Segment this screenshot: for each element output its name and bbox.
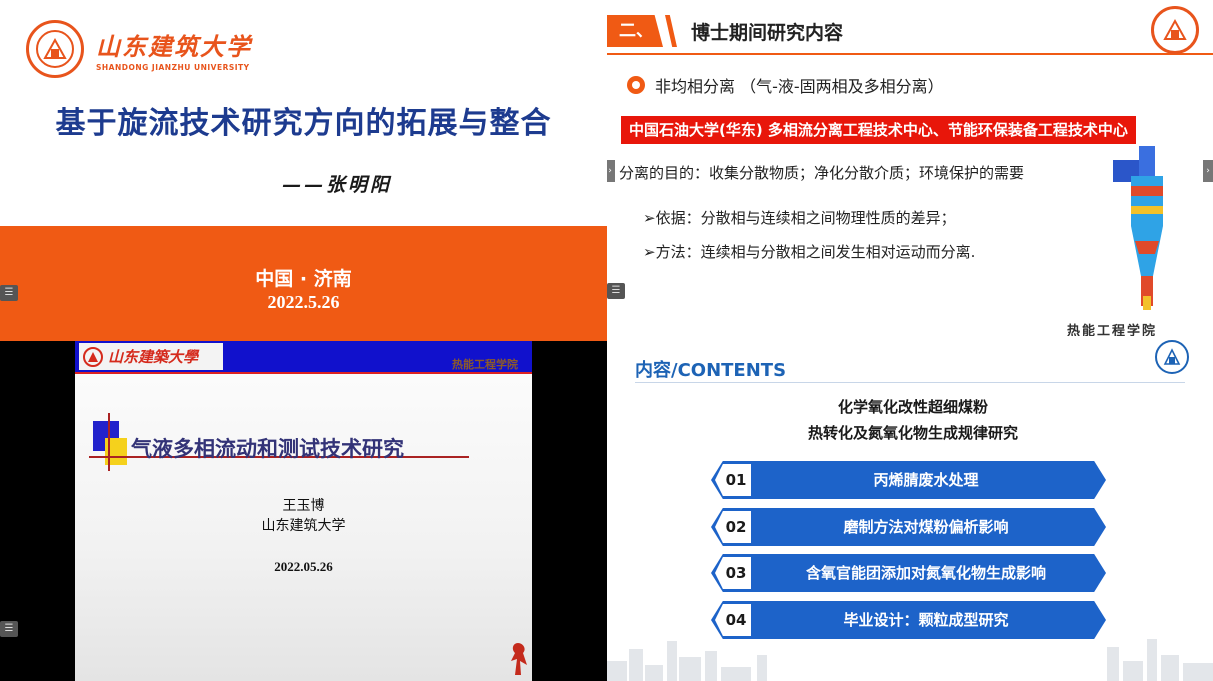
header-divider [75, 372, 532, 374]
item-label: 含氧官能团添加对氮氧化物生成影响 [805, 564, 1046, 582]
presenter-name: 王玉博 [282, 498, 325, 514]
slide-title: 基于旋流技术研究方向的拓展与整合 [55, 106, 552, 141]
video-conference-grid: 山东建筑大学 SHANDONG JIANZHU UNIVERSITY 基于旋流技… [0, 0, 1213, 681]
item-label: 丙烯腈废水处理 [873, 471, 979, 489]
section-title: 博士期间研究内容 [691, 22, 844, 44]
tile-menu-icon[interactable]: ☰ [607, 283, 625, 299]
contents-heading: 内容/CONTENTS [635, 360, 787, 381]
contents-item: 03 含氧官能团添加对氮氧化物生成影响 [711, 554, 1106, 592]
topic-line-2: 热转化及氮氧化物生成规律研究 [807, 424, 1018, 442]
institution-banner: 中国石油大学(华东) 多相流分离工程技术中心、节能环保装备工程技术中心 [621, 116, 1136, 144]
gear-icon [627, 76, 645, 94]
tile-menu-icon[interactable]: ☰ [0, 621, 18, 637]
subtitle-text: 非均相分离 （气-液-固两相及多相分离） [655, 77, 944, 96]
university-seal-icon [83, 346, 103, 367]
mascot-figure-icon [511, 643, 527, 675]
university-logo: 山东建筑大学 SHANDONG JIANZHU UNIVERSITY [26, 20, 252, 78]
shared-slide-tile-2[interactable]: 二、 博士期间研究内容 非均相分离 （气-液-固两相及多相分离） 中国石油大学(… [607, 0, 1213, 336]
department-name: 热能工程学院 [452, 358, 518, 371]
university-seal-icon [26, 20, 84, 78]
contents-item: 02 磨制方法对煤粉偏析影响 [711, 508, 1106, 546]
cyclone-separator-image [1113, 146, 1163, 310]
presenter-university: 山东建筑大学 [261, 518, 346, 534]
basis-bullet: ➢依据：分散相与连续相之间物理性质的差异； [643, 209, 956, 227]
item-label: 磨制方法对煤粉偏析影响 [843, 518, 1009, 536]
slide-date: 2022.5.26 [267, 292, 340, 312]
slide-footer: 热能工程学院 [1067, 324, 1158, 336]
next-slide-arrow-icon[interactable]: › [1203, 160, 1213, 182]
decoration-line [108, 413, 110, 471]
section-slash-decoration [665, 15, 677, 47]
header-divider [635, 382, 1185, 383]
slide-title: 气液多相流动和测试技术研究 [131, 436, 404, 461]
prev-slide-arrow-icon[interactable]: › [607, 160, 615, 182]
logo-chinese-name: 山东建築大學 [108, 348, 199, 366]
university-seal-icon [1155, 340, 1189, 374]
contents-item: 01 丙烯腈废水处理 [711, 461, 1106, 499]
section-number: 二、 [607, 15, 663, 47]
purpose-text: 分离的目的：收集分散物质；净化分散介质；环境保护的需要 [619, 164, 1025, 182]
logo-chinese-name: 山东建筑大学 [96, 31, 252, 61]
slide-date: 2022.05.26 [274, 559, 333, 574]
slide-author: ——张明阳 [282, 174, 393, 196]
tile-menu-icon[interactable]: ☰ [0, 285, 18, 301]
slide-location: 中国 · 济南 [255, 268, 352, 290]
university-logo: 山东建築大學 [79, 343, 223, 370]
city-skyline-decoration [607, 639, 1213, 681]
university-seal-icon [1151, 6, 1199, 54]
method-bullet: ➢方法：连续相与分散相之间发生相对运动而分离. [643, 243, 976, 261]
header-divider [607, 53, 1213, 55]
shared-slide-tile-1[interactable]: 山东建筑大学 SHANDONG JIANZHU UNIVERSITY 基于旋流技… [0, 0, 607, 341]
shared-slide-tile-4[interactable]: 内容/CONTENTS 化学氧化改性超细煤粉 热转化及氮氧化物生成规律研究 01… [607, 336, 1213, 681]
slide-subtitle: 非均相分离 （气-液-固两相及多相分离） [627, 73, 944, 97]
topic-line-1: 化学氧化改性超细煤粉 [837, 398, 988, 416]
presentation-slide: 山东建築大學 热能工程学院 气液多相流动和测试技术研究 王玉博 山东建筑大学 2… [75, 341, 532, 681]
logo-english-name: SHANDONG JIANZHU UNIVERSITY [96, 62, 250, 72]
shared-slide-tile-3[interactable]: 山东建築大學 热能工程学院 气液多相流动和测试技术研究 王玉博 山东建筑大学 2… [0, 341, 607, 681]
